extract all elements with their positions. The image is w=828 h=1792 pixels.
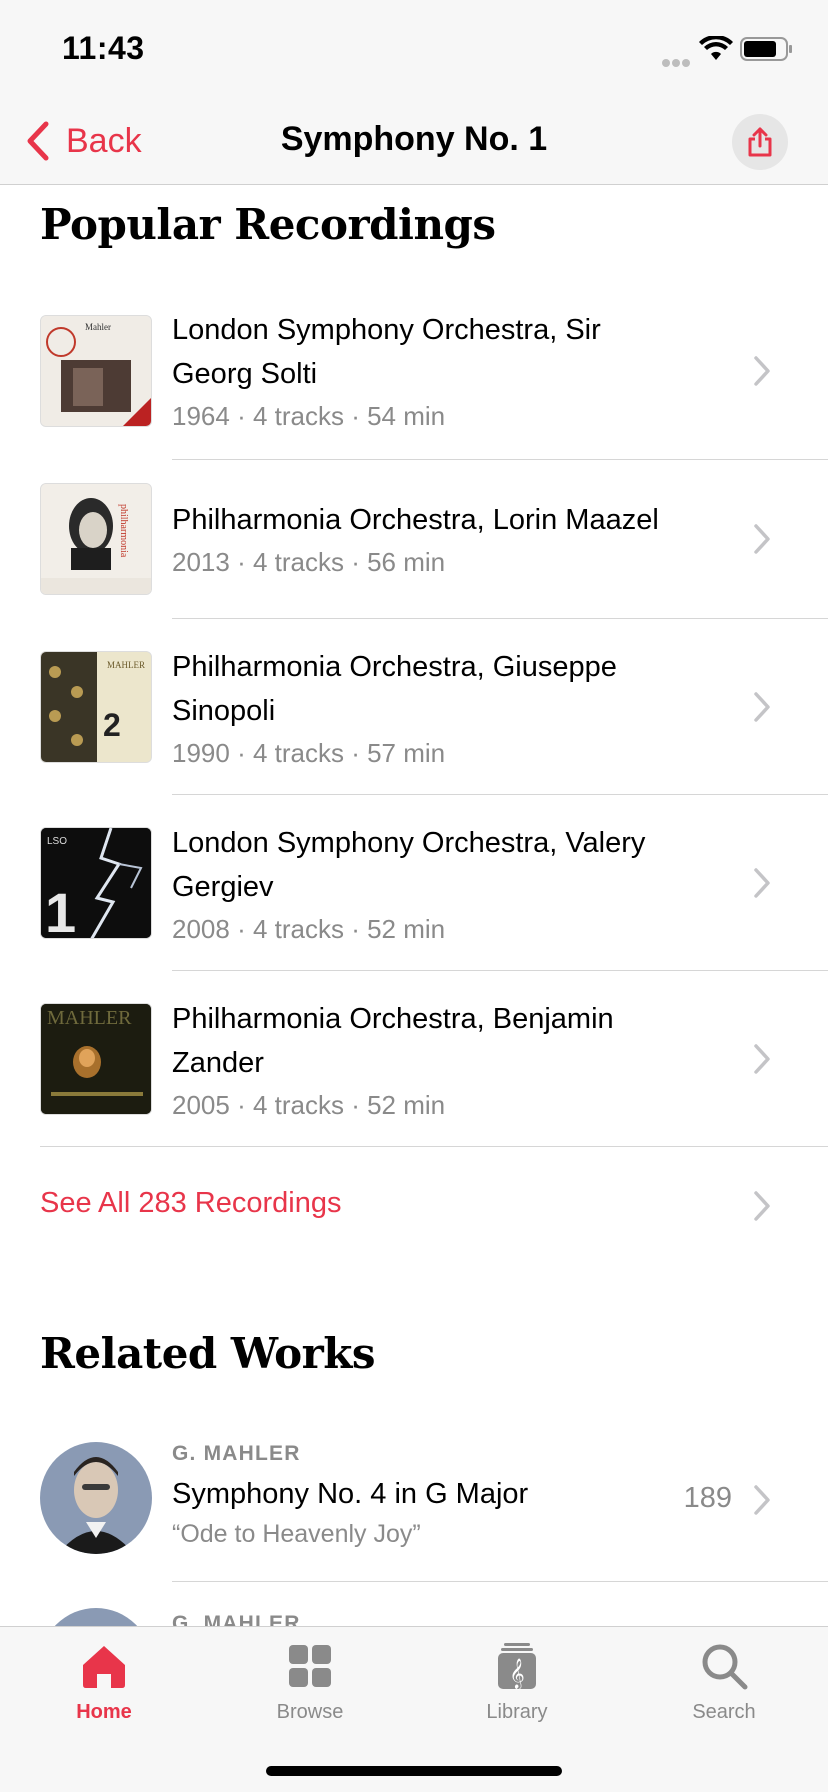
album-art: Mahler bbox=[40, 315, 152, 427]
recording-row[interactable]: Mahler London Symphony Orchestra, Sir Ge… bbox=[0, 300, 828, 460]
recording-title-line2: Georg Solti bbox=[172, 358, 318, 390]
recording-row[interactable]: 1 LSO London Symphony Orchestra, Valery … bbox=[0, 795, 828, 971]
chevron-right-icon bbox=[754, 1191, 770, 1221]
share-icon bbox=[748, 127, 772, 157]
svg-text:2: 2 bbox=[103, 707, 121, 743]
recording-title: London Symphony Orchestra, Sir bbox=[172, 314, 601, 346]
popular-recordings-heading: Popular Recordings bbox=[40, 200, 496, 249]
chevron-right-icon bbox=[754, 356, 770, 386]
related-work-row[interactable]: G. MAHLER Symphony No. 4 in G Major “Ode… bbox=[0, 1420, 828, 1582]
recording-meta: 1964 · 4 tracks · 54 min bbox=[172, 401, 446, 431]
recording-title-line2: Sinopoli bbox=[172, 695, 276, 727]
recording-meta: 2013 · 4 tracks · 56 min bbox=[172, 547, 446, 577]
recording-row[interactable]: 2 MAHLER Philharmonia Orchestra, Giusepp… bbox=[0, 619, 828, 795]
chevron-right-icon bbox=[754, 1485, 770, 1515]
grid-icon bbox=[289, 1645, 331, 1687]
album-art: MAHLER bbox=[40, 1003, 152, 1115]
svg-text:1: 1 bbox=[45, 881, 76, 939]
composer-avatar bbox=[40, 1442, 152, 1554]
status-time: 11:43 bbox=[62, 30, 145, 66]
recording-title: Philharmonia Orchestra, Benjamin bbox=[172, 1003, 614, 1035]
work-subtitle: “Ode to Heavenly Joy” bbox=[172, 1520, 421, 1548]
tab-label: Browse bbox=[276, 1701, 344, 1723]
album-art: 2 MAHLER bbox=[40, 651, 152, 763]
svg-text:Mahler: Mahler bbox=[85, 322, 111, 332]
recording-title: Philharmonia Orchestra, Giuseppe bbox=[172, 651, 617, 683]
home-indicator bbox=[266, 1766, 562, 1776]
svg-text:𝄞: 𝄞 bbox=[509, 1658, 524, 1690]
recording-meta: 2005 · 4 tracks · 52 min bbox=[172, 1090, 446, 1120]
cellular-signal-icon bbox=[662, 54, 692, 67]
chevron-right-icon bbox=[754, 692, 770, 722]
tab-browse[interactable]: Browse bbox=[240, 1641, 380, 1724]
share-button[interactable] bbox=[732, 114, 788, 170]
recording-row[interactable]: MAHLER Philharmonia Orchestra, Benjamin … bbox=[0, 971, 828, 1147]
recording-title: Philharmonia Orchestra, Lorin Maazel bbox=[172, 504, 659, 536]
tab-search[interactable]: Search bbox=[654, 1641, 794, 1724]
recording-meta: 2008 · 4 tracks · 52 min bbox=[172, 914, 446, 944]
chevron-right-icon bbox=[754, 524, 770, 554]
tab-library[interactable]: 𝄞 Library bbox=[447, 1641, 587, 1724]
composer-avatar bbox=[40, 1608, 152, 1626]
related-works-heading: Related Works bbox=[40, 1329, 376, 1378]
recording-meta: 1990 · 4 tracks · 57 min bbox=[172, 738, 446, 768]
recording-title-line2: Zander bbox=[172, 1047, 264, 1079]
tab-label: Library bbox=[486, 1701, 548, 1723]
album-art: philharmonia bbox=[40, 483, 152, 595]
composer-name: G. MAHLER bbox=[172, 1612, 301, 1626]
recording-title: London Symphony Orchestra, Valery bbox=[172, 827, 646, 859]
svg-text:philharmonia: philharmonia bbox=[118, 504, 129, 558]
recording-count: 189 bbox=[683, 1482, 732, 1514]
tab-label: Home bbox=[76, 1701, 132, 1723]
recording-row[interactable]: philharmonia Philharmonia Orchestra, Lor… bbox=[0, 460, 828, 618]
recording-title-line2: Gergiev bbox=[172, 871, 274, 903]
library-icon: 𝄞 bbox=[498, 1643, 536, 1690]
album-art: 1 LSO bbox=[40, 827, 152, 939]
chevron-right-icon bbox=[754, 868, 770, 898]
work-title: Symphony No. 4 in G Major bbox=[172, 1478, 529, 1510]
chevron-right-icon bbox=[754, 1044, 770, 1074]
see-all-label: See All 283 Recordings bbox=[40, 1187, 342, 1219]
battery-icon bbox=[740, 37, 792, 61]
svg-text:MAHLER: MAHLER bbox=[47, 1007, 132, 1029]
see-all-recordings-button[interactable]: See All 283 Recordings bbox=[0, 1147, 828, 1259]
navigation-bar: Back Symphony No. 1 bbox=[0, 100, 828, 185]
wifi-icon bbox=[699, 36, 733, 60]
svg-text:LSO: LSO bbox=[47, 836, 67, 847]
tab-home[interactable]: Home bbox=[34, 1641, 174, 1724]
svg-text:MAHLER: MAHLER bbox=[107, 660, 145, 670]
search-icon bbox=[702, 1644, 748, 1690]
status-bar: 11:43 bbox=[0, 0, 828, 100]
home-icon bbox=[83, 1646, 125, 1688]
composer-name: G. MAHLER bbox=[172, 1442, 301, 1465]
tab-label: Search bbox=[692, 1701, 756, 1723]
page-title: Symphony No. 1 bbox=[280, 120, 548, 158]
related-work-row[interactable]: G. MAHLER bbox=[0, 1582, 828, 1626]
